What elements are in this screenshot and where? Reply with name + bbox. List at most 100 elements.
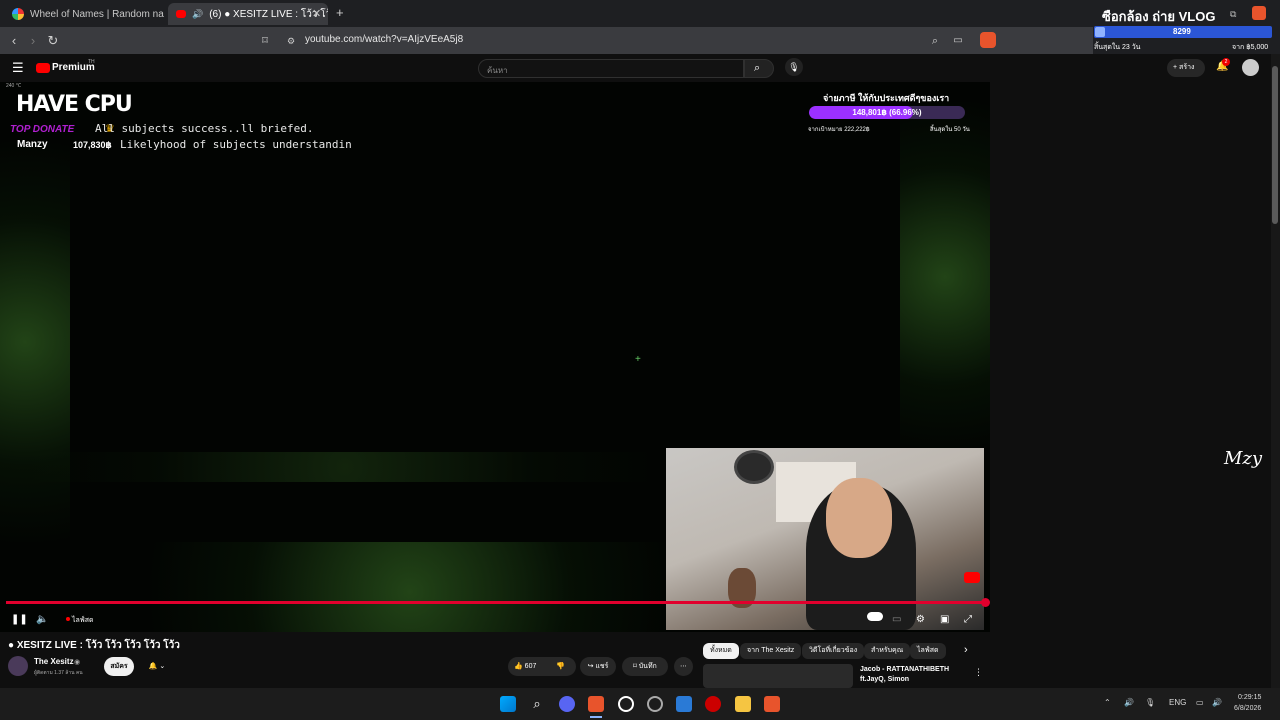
save-button[interactable]: ⌑ บันทึก bbox=[622, 657, 668, 676]
live-label[interactable]: ไลฟ์สด bbox=[72, 615, 94, 626]
tab-xesitz-live[interactable]: 🔊 (6) ● XESITZ LIVE : โว้ว โว้ว โว้ว bbox=[168, 3, 328, 25]
volume-icon[interactable]: 🔈 bbox=[36, 614, 48, 625]
menu-icon[interactable]: ☰ bbox=[12, 60, 24, 76]
zoom-icon[interactable]: ⌕ bbox=[926, 32, 944, 50]
tray-volume-icon[interactable]: 🔊 bbox=[1212, 698, 1222, 707]
close-tab-icon[interactable]: ✕ bbox=[312, 7, 321, 20]
share-label: แชร์ bbox=[595, 663, 609, 670]
brave-shield-icon[interactable] bbox=[980, 32, 996, 48]
channel-avatar[interactable] bbox=[8, 656, 28, 676]
video-title: ● XESITZ LIVE : โว้ว โว้ว โว้ว โว้ว โว้ว bbox=[8, 640, 180, 651]
glitch-subtitle-line1: All subjects success..ll briefed. bbox=[95, 122, 314, 135]
url-field[interactable]: youtube.com/watch?v=AIjzVEeA5j8 bbox=[305, 34, 463, 45]
like-button[interactable]: 👍 607 bbox=[514, 663, 536, 670]
miniplayer-icon[interactable]: ▣ bbox=[940, 614, 949, 625]
clock-date[interactable]: 6/8/2026 bbox=[1234, 705, 1261, 712]
donation-goal-amount: 8299 bbox=[1173, 27, 1191, 36]
face-image bbox=[826, 478, 892, 558]
obs-icon[interactable] bbox=[618, 696, 634, 712]
windows-start-icon[interactable] bbox=[500, 696, 516, 712]
donation-goal-target: จาก ฿5,000 bbox=[1232, 44, 1269, 51]
voice-search-icon[interactable]: 🎙 bbox=[785, 58, 803, 76]
file-explorer-icon[interactable] bbox=[735, 696, 751, 712]
live-dot bbox=[66, 617, 70, 621]
glitch-subtitle-line2: Likelyhood of subjects understandin bbox=[120, 138, 352, 151]
heart-icon bbox=[1095, 27, 1105, 37]
brave-menu-icon[interactable] bbox=[1252, 6, 1266, 20]
recommended-thumbnail[interactable] bbox=[703, 664, 853, 688]
chip-related[interactable]: วิดีโอที่เกี่ยวข้อง bbox=[802, 643, 865, 659]
more-actions-icon[interactable]: ⋯ bbox=[674, 657, 693, 676]
goal-title: จ่ายภาษี ให้กับประเทศดีๆของเรา bbox=[823, 93, 950, 103]
search-button[interactable]: ⌕ bbox=[744, 59, 774, 78]
chip-for-you[interactable]: สำหรับคุณ bbox=[864, 643, 911, 659]
youtube-logo-icon[interactable] bbox=[36, 63, 50, 73]
tray-network-icon[interactable]: ▭ bbox=[1196, 698, 1204, 707]
thumb-down-icon[interactable]: 👎 bbox=[556, 657, 565, 676]
avatar[interactable] bbox=[1242, 59, 1259, 76]
progress-scrubber[interactable] bbox=[981, 598, 990, 607]
create-button[interactable]: + สร้าง bbox=[1167, 59, 1205, 77]
channel-name[interactable]: The Xesitz bbox=[34, 657, 74, 666]
save-label: บันทึก bbox=[638, 663, 657, 670]
reload-icon[interactable]: ↻ bbox=[44, 32, 62, 50]
donation-goal-deadline: สิ้นสุดใน 23 วัน bbox=[1094, 44, 1141, 51]
tab-wheel-of-names[interactable]: Wheel of Names | Random name pic bbox=[4, 3, 164, 25]
youtube-favicon-icon bbox=[176, 10, 186, 18]
video-player[interactable]: 240 ℃ HAVE CPU TOP DONATE ♛ Manzy 107,83… bbox=[0, 82, 990, 632]
forward-icon[interactable]: › bbox=[24, 32, 42, 50]
verified-icon: ◉ bbox=[74, 659, 81, 666]
chip-from-channel[interactable]: จาก The Xesitz bbox=[740, 643, 802, 659]
browser-tab-bar: Wheel of Names | Random name pic 🔊 (6) ●… bbox=[0, 0, 1280, 27]
steam-icon[interactable] bbox=[647, 696, 663, 712]
crosshair-icon: + bbox=[635, 354, 641, 365]
discord-icon[interactable] bbox=[559, 696, 575, 712]
photos-icon[interactable] bbox=[676, 696, 692, 712]
like-dislike-group: 👍 607 👎 bbox=[508, 657, 576, 676]
temp-badge: 240 ℃ bbox=[6, 83, 22, 89]
site-info-icon[interactable]: ⚙ bbox=[282, 32, 300, 50]
share-button[interactable]: ↪ แชร์ bbox=[580, 657, 616, 676]
brave-icon[interactable] bbox=[588, 696, 604, 712]
goal-target: จากเป้าหมาย 222,222฿ bbox=[808, 127, 870, 133]
search-input[interactable]: ค้นหา bbox=[478, 59, 744, 78]
bookmark-icon[interactable]: ⌑ bbox=[256, 32, 274, 50]
progress-bar[interactable] bbox=[6, 601, 986, 604]
settings-gear-icon[interactable]: ⚙ bbox=[916, 614, 925, 625]
thumb-up-icon: 👍 bbox=[514, 663, 523, 670]
clock-time[interactable]: 0:29:15 bbox=[1238, 694, 1261, 701]
autoplay-toggle[interactable] bbox=[867, 612, 883, 621]
tray-chevron-icon[interactable]: ⌃ bbox=[1104, 698, 1111, 707]
search-icon: ⌕ bbox=[754, 62, 761, 74]
language-indicator[interactable]: ENG bbox=[1169, 698, 1186, 707]
pause-icon[interactable]: ❚❚ bbox=[11, 614, 28, 625]
cast-icon[interactable]: ▭ bbox=[949, 32, 967, 50]
noise-right bbox=[900, 102, 990, 452]
tray-mic-icon[interactable]: 🎙 bbox=[1145, 698, 1155, 707]
back-icon[interactable]: ‹ bbox=[5, 32, 23, 50]
chip-all[interactable]: ทั้งหมด bbox=[703, 643, 739, 659]
chips-next-icon[interactable]: › bbox=[964, 644, 968, 656]
brave-beta-icon[interactable] bbox=[764, 696, 780, 712]
new-tab-icon[interactable]: + bbox=[336, 5, 344, 20]
notification-badge: 2 bbox=[1222, 58, 1230, 66]
subtitles-icon[interactable]: ▭ bbox=[892, 614, 901, 625]
recommended-more-icon[interactable]: ⋮ bbox=[974, 667, 983, 678]
dartboard-image bbox=[734, 450, 774, 484]
popout-icon[interactable]: ⧉ bbox=[1230, 9, 1236, 20]
notification-bell-button[interactable]: 🔔 ⌄ bbox=[140, 657, 174, 676]
subscribe-button[interactable]: สมัคร bbox=[104, 657, 134, 676]
youtube-header: ☰ Premium TH ค้นหา ⌕ 🎙 + สร้าง 🔔 2 bbox=[0, 54, 1280, 82]
recommended-title-line1[interactable]: Jacob - RATTANATHIBETH bbox=[860, 666, 949, 673]
youtube-app-icon[interactable] bbox=[705, 696, 721, 712]
like-count: 607 bbox=[524, 663, 537, 670]
fullscreen-icon[interactable]: ⤢ bbox=[964, 614, 972, 625]
tray-speaker-icon[interactable]: 🔊 bbox=[1124, 698, 1134, 707]
chevron-down-icon: ⌄ bbox=[157, 663, 166, 670]
scrollbar-thumb[interactable] bbox=[1272, 66, 1278, 224]
recommended-title-line2[interactable]: ft.JayQ, Simon bbox=[860, 676, 909, 683]
chip-live[interactable]: ไลฟ์สด bbox=[910, 643, 946, 659]
taskbar-search-icon[interactable]: ⌕ bbox=[529, 696, 545, 712]
taskbar bbox=[0, 688, 1280, 720]
wheel-favicon-icon bbox=[12, 8, 24, 20]
